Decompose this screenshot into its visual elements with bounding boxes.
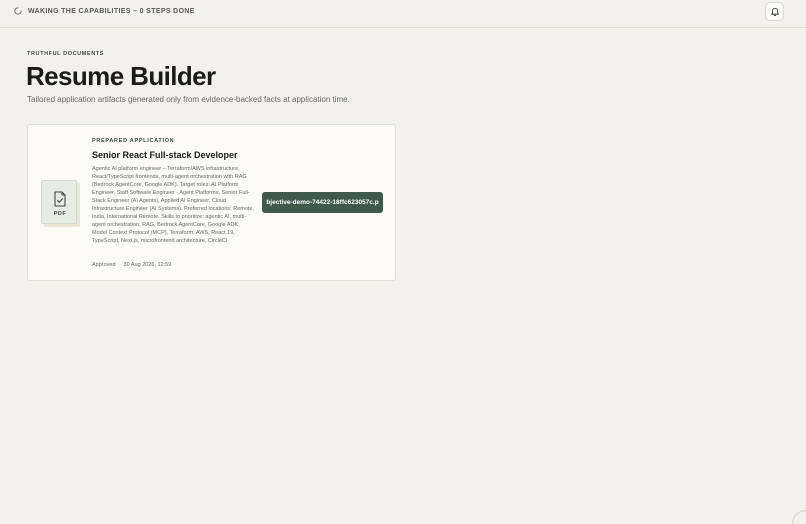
status-text: WAKING THE CAPABILITIES – 0 STEPS DONE bbox=[28, 7, 195, 15]
download-file-button[interactable]: bjective-demo-74422-18ffc623057c.p bbox=[262, 192, 383, 213]
file-type-label: PDF bbox=[53, 211, 67, 217]
pdf-thumbnail[interactable]: PDF bbox=[41, 180, 80, 227]
top-bar: WAKING THE CAPABILITIES – 0 STEPS DONE bbox=[0, 0, 806, 28]
card-meta: Approved 30 Aug 2026, 12:59 bbox=[92, 262, 171, 268]
status-badge: Approved bbox=[92, 262, 116, 268]
card-title: Senior React Full-stack Developer bbox=[92, 150, 238, 160]
document-check-icon bbox=[54, 191, 66, 207]
card-description: Agentic AI platform engineer – Terraform… bbox=[92, 166, 255, 244]
approval-date: 30 Aug 2026, 12:59 bbox=[123, 262, 172, 268]
page-subtitle: Tailored application artifacts generated… bbox=[27, 95, 350, 104]
page-eyebrow: TRUTHFUL DOCUMENTS bbox=[27, 51, 104, 57]
progress-status: WAKING THE CAPABILITIES – 0 STEPS DONE bbox=[14, 7, 195, 15]
spinner-icon bbox=[14, 7, 22, 15]
notifications-button[interactable] bbox=[765, 2, 784, 21]
card-eyebrow: PREPARED APPLICATION bbox=[92, 138, 175, 144]
window-corner bbox=[792, 510, 806, 524]
page-title: Resume Builder bbox=[26, 61, 216, 91]
application-card: PDF PREPARED APPLICATION Senior React Fu… bbox=[27, 124, 396, 281]
bell-icon bbox=[770, 7, 779, 16]
pdf-thumbnail-face: PDF bbox=[41, 180, 77, 224]
